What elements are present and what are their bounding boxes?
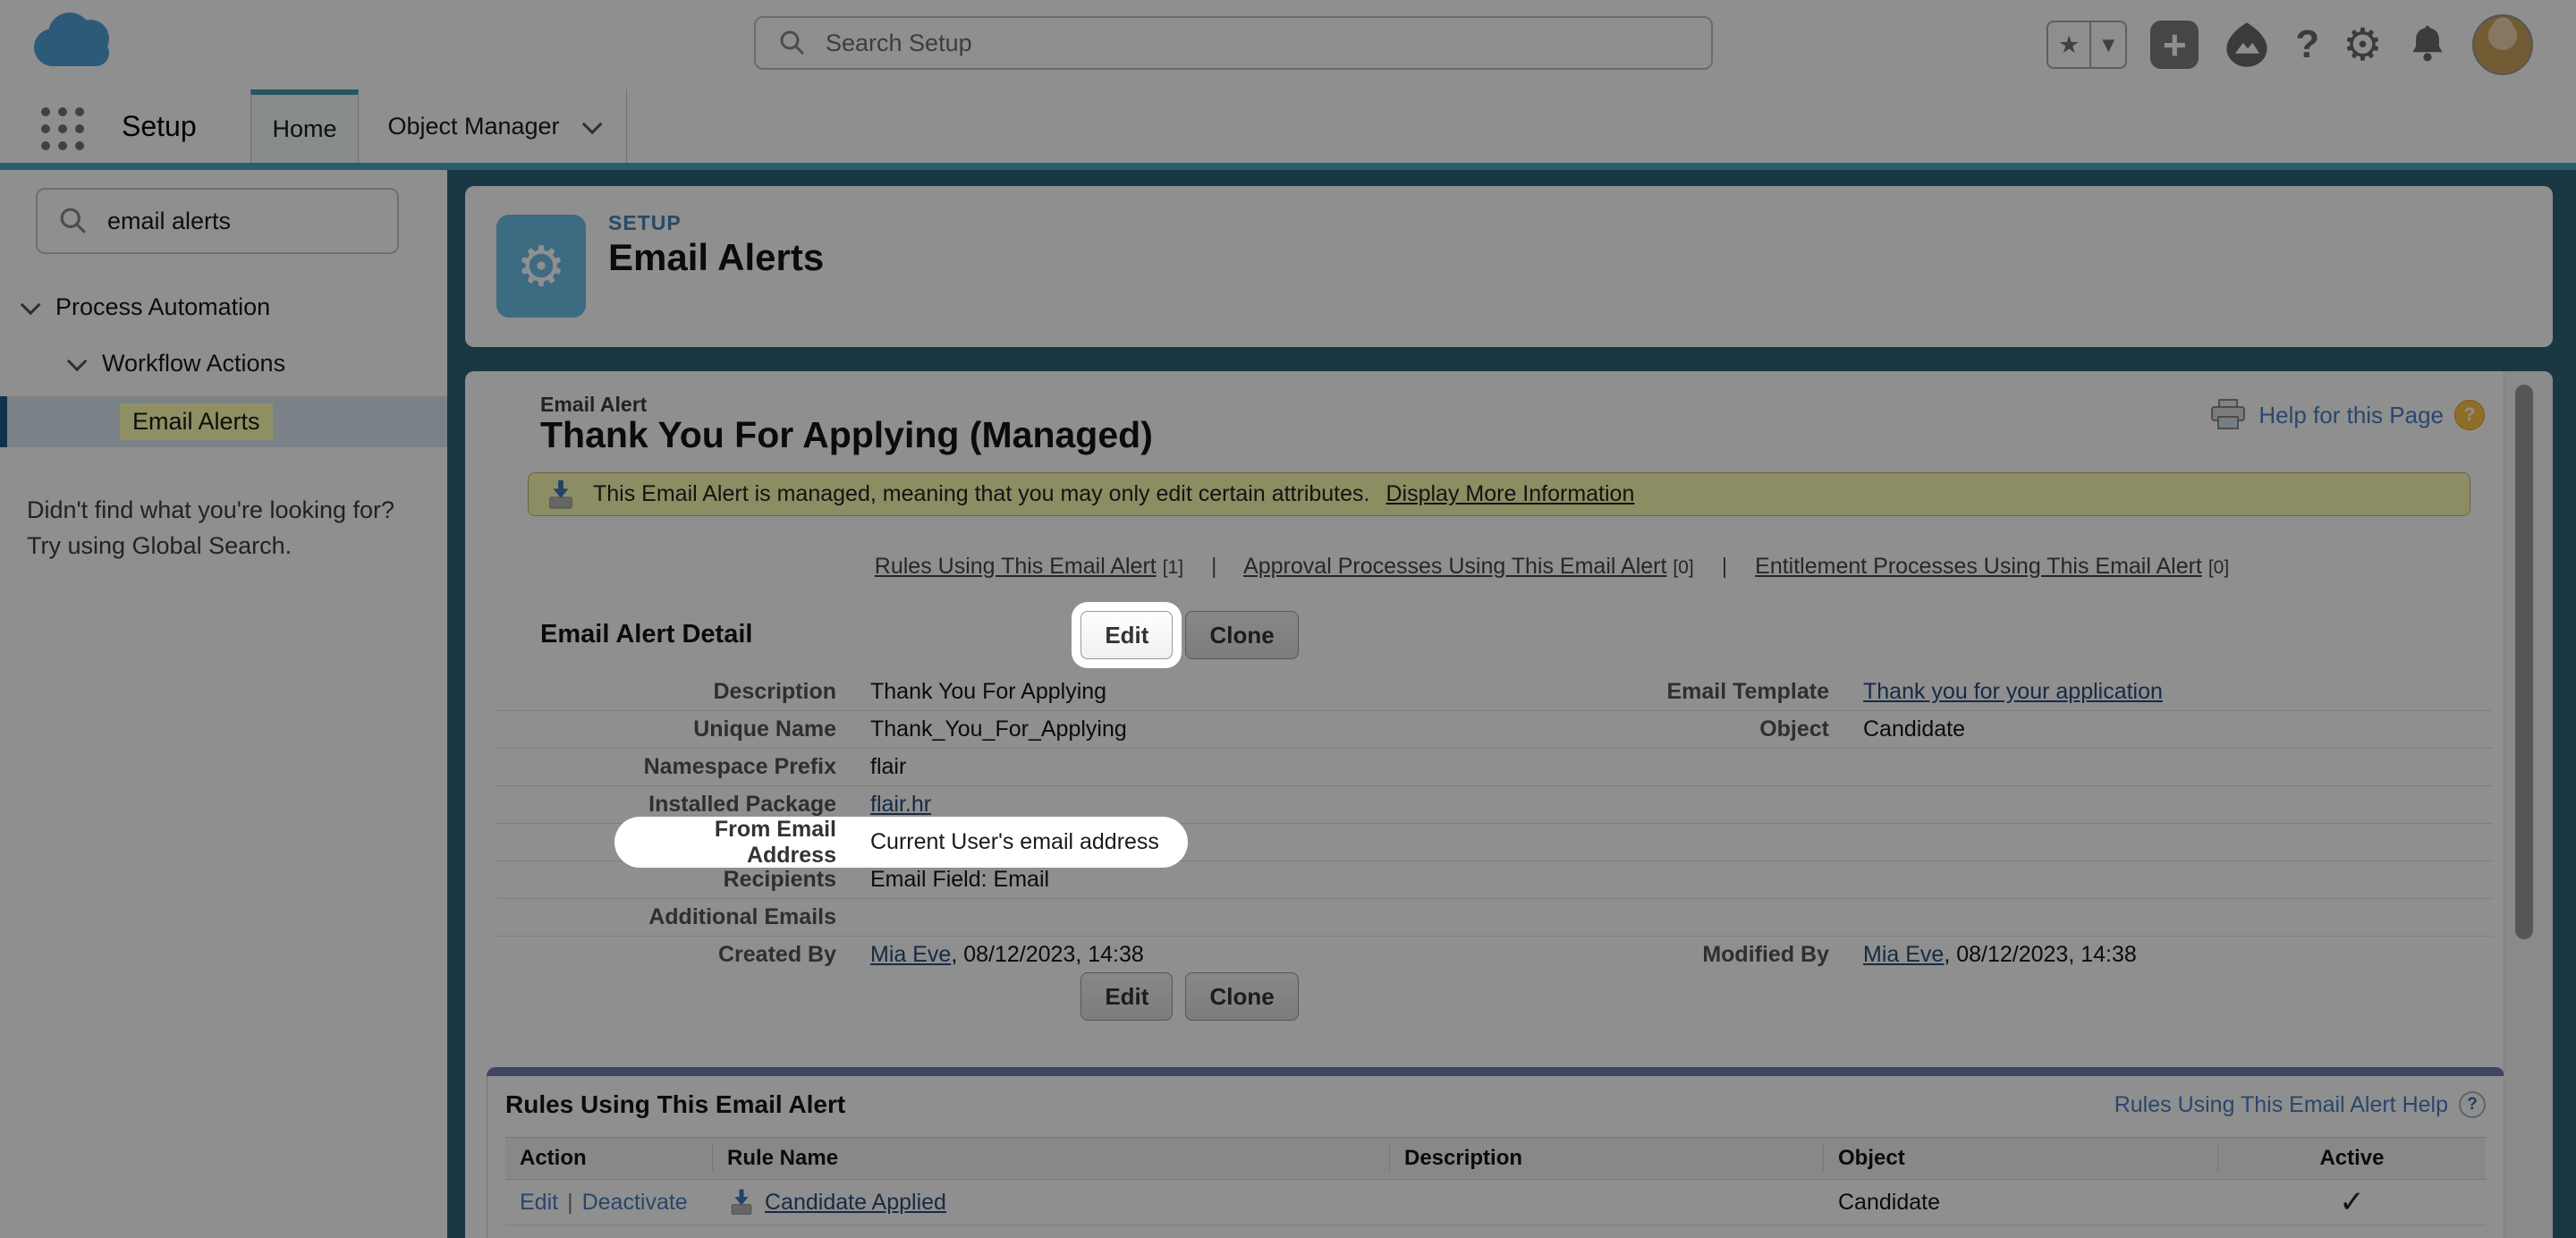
entitlement-processes-link[interactable]: Entitlement Processes Using This Email A… (1755, 554, 2202, 579)
chevron-down-icon[interactable] (20, 294, 41, 316)
related-list-help-link[interactable]: Rules Using This Email Alert Help (2114, 1092, 2448, 1118)
header-actions: ★ ▼ + ? ⚙ (2046, 0, 2533, 89)
detail-row: Created By Mia Eve, 08/12/2023, 14:38 Mo… (718, 942, 2137, 967)
global-search-input[interactable] (824, 28, 1543, 58)
rule-name-link[interactable]: Candidate Applied (765, 1190, 946, 1216)
detail-field-table: Description Thank You For Applying Email… (496, 674, 2493, 973)
sidebar-item-email-alerts[interactable]: Email Alerts (0, 396, 447, 447)
managed-package-icon (549, 479, 572, 509)
notifications-bell-icon[interactable] (2406, 22, 2449, 67)
active-check-icon: ✓ (2339, 1184, 2365, 1220)
help-question-icon[interactable]: ? (2459, 1091, 2486, 1118)
quick-create-plus-icon[interactable]: + (2150, 21, 2199, 69)
related-list-title: Rules Using This Email Alert (505, 1090, 846, 1118)
tab-object-manager[interactable]: Object Manager (359, 89, 627, 163)
user-avatar[interactable] (2472, 14, 2533, 75)
modified-by-user-link[interactable]: Mia Eve (1863, 942, 1944, 967)
page-title: Email Alerts (608, 236, 825, 278)
sidebar-item-workflow-actions[interactable]: Workflow Actions (66, 341, 285, 386)
setup-app-label: Setup (122, 109, 197, 142)
related-list-accent-bar (487, 1067, 2504, 1076)
approval-processes-count: [0] (1673, 557, 1694, 578)
setup-sidebar: Process Automation Workflow Actions Emai… (0, 170, 447, 1238)
rules-using-related-list: Rules Using This Email Alert Rules Using… (487, 1067, 2504, 1238)
page-eyebrow: SETUP (608, 211, 682, 234)
rules-table-header: Action Rule Name Description Object Acti… (505, 1137, 2486, 1180)
rules-using-count: [1] (1162, 557, 1184, 578)
record-type-label: Email Alert (540, 393, 648, 416)
sidebar-not-found-text: Didn't find what you're looking for? Try… (27, 496, 395, 559)
brand-accent-line (0, 163, 2576, 170)
help-for-page-link[interactable]: Help for this Page (2258, 402, 2444, 429)
search-icon (780, 30, 805, 55)
installed-package-link[interactable]: flair.hr (870, 792, 931, 817)
detail-row: Namespace Prefix flair (496, 749, 2493, 786)
rule-object-cell: Candidate (1838, 1189, 1940, 1215)
help-icon[interactable]: ? (2295, 22, 2319, 67)
detail-buttons-top: Edit Clone (465, 611, 1914, 659)
search-icon (60, 208, 86, 233)
created-by-user-link[interactable]: Mia Eve (870, 942, 951, 967)
managed-package-icon (731, 1189, 752, 1215)
detail-scrollbar-thumb[interactable] (2515, 385, 2533, 939)
clone-button-bottom[interactable]: Clone (1185, 972, 1299, 1021)
app-launcher-waffle-icon[interactable] (41, 107, 84, 150)
help-for-page: Help for this Page ? (2208, 398, 2485, 432)
quick-find-input[interactable] (106, 206, 377, 236)
display-more-information-link[interactable]: Display More Information (1385, 481, 1634, 507)
detail-row: Description Thank You For Applying Email… (496, 674, 2493, 711)
edit-button-bottom[interactable]: Edit (1080, 972, 1174, 1021)
approval-processes-link[interactable]: Approval Processes Using This Email Aler… (1243, 554, 1666, 579)
modified-by-datetime: , 08/12/2023, 14:38 (1944, 942, 2137, 967)
help-question-icon[interactable]: ? (2454, 400, 2485, 430)
table-row: Edit | Deactivate Candidate Applied Cand… (505, 1180, 2486, 1225)
main-content: ⚙ SETUP Email Alerts Email Alert Thank Y… (447, 170, 2576, 1238)
quick-find-box[interactable] (36, 188, 399, 254)
favorites-button-group[interactable]: ★ ▼ (2046, 21, 2128, 69)
detail-row-from-email-highlighted: From Email Address Current User's email … (496, 817, 2493, 868)
chevron-down-icon (581, 114, 602, 135)
entitlement-processes-count: [0] (2207, 557, 2230, 578)
global-header: ★ ▼ + ? ⚙ (0, 0, 2576, 90)
record-detail-card: Email Alert Thank You For Applying (Mana… (465, 371, 2553, 1238)
edit-button[interactable]: Edit (1080, 611, 1174, 659)
from-email-label: From Email Address (714, 816, 836, 868)
row-deactivate-link[interactable]: Deactivate (582, 1190, 688, 1216)
setup-nav-bar: Setup Home Object Manager (0, 89, 2576, 163)
salesforce-logo-icon (34, 11, 114, 70)
from-email-value: Current User's email address (870, 829, 1159, 854)
rules-using-link[interactable]: Rules Using This Email Alert (875, 554, 1157, 579)
global-search-box[interactable] (754, 16, 1713, 70)
managed-alert-banner: This Email Alert is managed, meaning tha… (528, 472, 2470, 516)
detail-scrollbar-track[interactable] (2504, 371, 2553, 1238)
clone-button[interactable]: Clone (1185, 611, 1299, 659)
sidebar-item-process-automation[interactable]: Process Automation (20, 284, 270, 329)
created-by-datetime: , 08/12/2023, 14:38 (951, 942, 1144, 967)
detail-buttons-bottom: Edit Clone (465, 972, 1914, 1021)
search-match-highlight: Email Alerts (120, 403, 273, 440)
trailhead-icon[interactable] (2222, 20, 2272, 70)
email-template-link[interactable]: Thank you for your application (1863, 679, 2163, 704)
printer-icon[interactable] (2208, 398, 2248, 432)
chevron-down-icon[interactable] (66, 351, 88, 372)
related-list-help: Rules Using This Email Alert Help ? (2114, 1091, 2486, 1118)
detail-row: Unique Name Thank_You_For_Applying Objec… (496, 711, 2493, 749)
rules-table: Action Rule Name Description Object Acti… (505, 1137, 2486, 1225)
setup-gear-tile-icon: ⚙ (496, 215, 586, 318)
setup-gear-icon[interactable]: ⚙ (2343, 19, 2383, 71)
managed-banner-text: This Email Alert is managed, meaning tha… (593, 481, 1370, 506)
tab-home[interactable]: Home (250, 89, 359, 163)
record-title: Thank You For Applying (Managed) (540, 414, 1153, 455)
detail-row: Additional Emails (496, 899, 2493, 937)
from-email-spotlight-pill: From Email Address Current User's email … (614, 817, 1188, 868)
page-header-card: ⚙ SETUP Email Alerts (465, 186, 2553, 347)
related-usage-links: Rules Using This Email Alert [1] | Appro… (874, 554, 2230, 579)
favorites-dropdown-icon[interactable]: ▼ (2089, 21, 2128, 69)
favorite-star-icon[interactable]: ★ (2046, 21, 2090, 69)
salesforce-setup-page: ★ ▼ + ? ⚙ Setup Home Object Manager (0, 0, 2576, 1238)
row-edit-link[interactable]: Edit (520, 1190, 558, 1216)
